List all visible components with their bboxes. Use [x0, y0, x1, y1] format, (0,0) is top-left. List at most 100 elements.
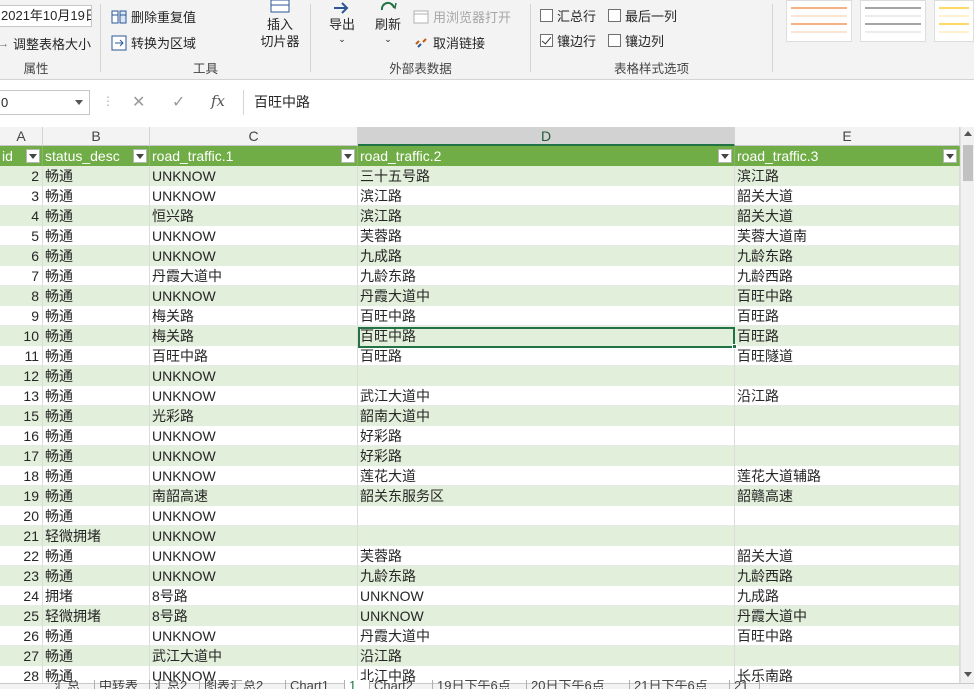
table-cell[interactable]: UNKNOW	[150, 426, 358, 446]
table-cell[interactable]	[735, 366, 960, 386]
filter-dropdown-icon[interactable]	[133, 149, 147, 163]
banded-columns-checkbox[interactable]: 镶边列	[608, 31, 664, 50]
table-cell[interactable]: 韶赣高速	[735, 486, 960, 506]
table-cell[interactable]: UNKNOW	[358, 586, 735, 606]
last-column-checkbox[interactable]: 最后一列	[608, 6, 677, 25]
refresh-button[interactable]: 刷新 ⌄	[371, 0, 405, 45]
table-cell[interactable]: 2	[0, 166, 43, 186]
table-cell[interactable]	[735, 646, 960, 666]
table-cell[interactable]: UNKNOW	[150, 526, 358, 546]
table-cell[interactable]: 12	[0, 366, 43, 386]
table-cell[interactable]: 畅通	[43, 366, 150, 386]
table-cell[interactable]: 24	[0, 586, 43, 606]
table-cell[interactable]: 武江大道中	[358, 386, 735, 406]
table-cell[interactable]: 畅通	[43, 446, 150, 466]
table-cell[interactable]: 百旺中路	[358, 326, 735, 346]
table-cell[interactable]: 畅通	[43, 206, 150, 226]
table-cell[interactable]: 百旺路	[735, 326, 960, 346]
table-cell[interactable]: 梅关路	[150, 326, 358, 346]
table-cell[interactable]: 九成路	[735, 586, 960, 606]
table-cell[interactable]: 畅通	[43, 486, 150, 506]
sheet-tab[interactable]: 图表汇总2	[200, 680, 286, 689]
table-cell[interactable]: UNKNOW	[150, 466, 358, 486]
scroll-up-icon[interactable]	[964, 131, 972, 136]
table-cell[interactable]: 6	[0, 246, 43, 266]
table-cell[interactable]: 拥堵	[43, 586, 150, 606]
table-cell[interactable]: 25	[0, 606, 43, 626]
table-cell[interactable]: 7	[0, 266, 43, 286]
table-cell[interactable]: UNKNOW	[150, 546, 358, 566]
table-cell[interactable]: 九龄东路	[358, 266, 735, 286]
unlink-button[interactable]: 取消链接	[413, 33, 485, 52]
table-cell[interactable]: 畅通	[43, 226, 150, 246]
table-cell[interactable]: 22	[0, 546, 43, 566]
table-cell[interactable]: UNKNOW	[150, 166, 358, 186]
table-cell[interactable]: 武江大道中	[150, 646, 358, 666]
table-cell[interactable]: 百旺中路	[150, 346, 358, 366]
table-cell[interactable]: 南韶高速	[150, 486, 358, 506]
banded-rows-checkbox[interactable]: 镶边行	[540, 31, 596, 50]
table-cell[interactable]: 畅通	[43, 466, 150, 486]
table-cell[interactable]: UNKNOW	[150, 186, 358, 206]
table-cell[interactable]: UNKNOW	[150, 246, 358, 266]
sheet-tab[interactable]: 中转表	[95, 680, 150, 689]
table-cell[interactable]: 韶关大道	[735, 546, 960, 566]
sheet-tab[interactable]: Chart2	[370, 680, 433, 689]
table-cell[interactable]	[735, 406, 960, 426]
table-cell[interactable]: 28	[0, 666, 43, 683]
convert-to-range-button[interactable]: 转换为区域	[111, 33, 196, 52]
column-header-c[interactable]: C	[150, 127, 358, 146]
sheet-tab[interactable]: 21	[730, 680, 760, 689]
table-cell[interactable]: 畅通	[43, 506, 150, 526]
table-cell[interactable]: UNKNOW	[150, 226, 358, 246]
open-in-browser-button[interactable]: 用浏览器打开	[413, 7, 511, 26]
sheet-tab[interactable]: 1	[345, 680, 370, 689]
table-cell[interactable]: 15	[0, 406, 43, 426]
table-cell[interactable]	[735, 426, 960, 446]
table-cell[interactable]	[735, 526, 960, 546]
table-cell[interactable]: 百旺中路	[358, 306, 735, 326]
table-cell[interactable]: UNKNOW	[150, 446, 358, 466]
total-row-checkbox[interactable]: 汇总行	[540, 6, 596, 25]
table-cell[interactable]: 19	[0, 486, 43, 506]
column-header-a[interactable]: A	[0, 127, 43, 146]
sheet-tab[interactable]: 汇总	[50, 680, 95, 689]
table-cell[interactable]: 丹霞大道中	[358, 626, 735, 646]
table-cell[interactable]: 恒兴路	[150, 206, 358, 226]
table-cell[interactable]: 莲花大道	[358, 466, 735, 486]
table-cell[interactable]: 沿江路	[735, 386, 960, 406]
table-cell[interactable]: UNKNOW	[150, 626, 358, 646]
table-cell[interactable]: 百旺路	[735, 306, 960, 326]
insert-slicer-button[interactable]: 插入 切片器	[257, 0, 303, 50]
table-cell[interactable]: 畅通	[43, 346, 150, 366]
table-cell[interactable]: 韶南大道中	[358, 406, 735, 426]
table-cell[interactable]: 23	[0, 566, 43, 586]
table-style-gold[interactable]	[934, 0, 974, 42]
table-cell[interactable]: 8	[0, 286, 43, 306]
table-cell[interactable]: UNKNOW	[150, 386, 358, 406]
table-name-input[interactable]: 2021年10月19日	[0, 5, 92, 27]
table-header-cell[interactable]: road_traffic.1	[150, 146, 358, 166]
fill-handle[interactable]	[732, 344, 737, 349]
table-cell[interactable]: 百旺中路	[735, 626, 960, 646]
sheet-tab[interactable]: 19日下午6点	[433, 680, 527, 689]
table-cell[interactable]: 8号路	[150, 586, 358, 606]
table-cell[interactable]: 丹霞大道中	[150, 266, 358, 286]
table-cell[interactable]: 畅通	[43, 166, 150, 186]
table-cell[interactable]: 光彩路	[150, 406, 358, 426]
table-cell[interactable]: 沿江路	[358, 646, 735, 666]
export-button[interactable]: 导出 ⌄	[325, 0, 359, 45]
table-cell[interactable]: 好彩路	[358, 446, 735, 466]
table-cell[interactable]: UNKNOW	[150, 506, 358, 526]
table-cell[interactable]: 18	[0, 466, 43, 486]
table-cell[interactable]: 芙蓉大道南	[735, 226, 960, 246]
table-cell[interactable]: 轻微拥堵	[43, 526, 150, 546]
table-cell[interactable]: 畅通	[43, 426, 150, 446]
table-cell[interactable]: 好彩路	[358, 426, 735, 446]
table-cell[interactable]: 13	[0, 386, 43, 406]
table-cell[interactable]: 27	[0, 646, 43, 666]
table-cell[interactable]: 21	[0, 526, 43, 546]
resize-table-button[interactable]: → 调整表格大小	[0, 34, 91, 53]
insert-function-icon[interactable]: fx	[211, 92, 225, 110]
table-cell[interactable]: 16	[0, 426, 43, 446]
